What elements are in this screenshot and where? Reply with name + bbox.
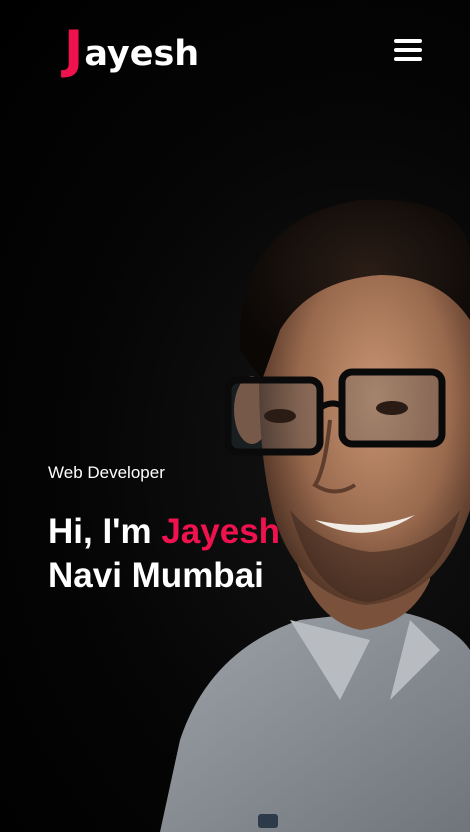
menu-bar (394, 48, 422, 52)
eye-shape (264, 409, 296, 423)
hero-section: J ayesh Web Developer Hi, I'm Jayesh Nav… (0, 0, 470, 832)
hero-subtitle: Web Developer (48, 463, 165, 482)
logo-text: ayesh (84, 34, 200, 74)
menu-bar (394, 57, 422, 61)
hero-location: Navi Mumbai (48, 556, 264, 595)
navbar: J ayesh (0, 0, 470, 100)
hero-name: Jayesh (161, 512, 281, 551)
eye-shape (376, 401, 408, 415)
logo-initial: J (64, 20, 84, 80)
hamburger-menu-icon[interactable] (394, 36, 424, 64)
hero-greeting: Hi, I'm (48, 512, 162, 551)
site-logo[interactable]: J ayesh (64, 24, 199, 76)
menu-bar (394, 39, 422, 43)
hero-text: Web Developer Hi, I'm Jayesh Navi Mumbai (48, 462, 280, 598)
hero-title: Hi, I'm Jayesh Navi Mumbai (48, 510, 280, 598)
shirt-button (258, 814, 278, 828)
